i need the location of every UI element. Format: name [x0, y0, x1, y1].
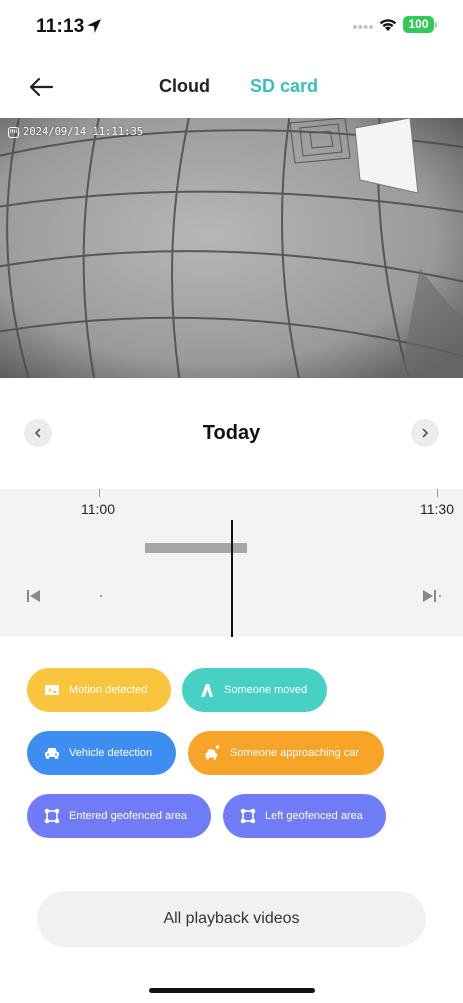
header: Cloud SD card	[0, 62, 463, 110]
video-timestamp: 2024/09/14 11:11:35	[23, 126, 144, 138]
chip-label: Motion detected	[69, 684, 148, 696]
geofence-icon	[240, 808, 256, 824]
status-time: 11:13	[36, 16, 85, 37]
filter-someone-moved[interactable]: Someone moved	[182, 668, 327, 712]
battery-level: 100	[408, 17, 429, 31]
timeline-marker	[100, 595, 102, 597]
chip-label: Someone approaching car	[230, 747, 360, 759]
wifi-icon	[379, 19, 397, 31]
filter-left-geofenced-area[interactable]: Left geofenced area	[223, 794, 386, 838]
ceiling-image	[0, 118, 463, 378]
geofence-icon	[44, 808, 60, 824]
tab-sd-card[interactable]: SD card	[250, 76, 318, 97]
playback-timeline[interactable]: 11:00 11:30	[0, 489, 463, 637]
skip-next-icon[interactable]	[422, 589, 442, 603]
timeline-tick-label: 11:30	[420, 501, 454, 517]
battery-icon: 100	[403, 16, 434, 33]
camera-playback-view[interactable]: mi 2024/09/14 11:11:35	[0, 118, 463, 378]
chip-label: Someone moved	[224, 684, 308, 696]
all-playback-label: All playback videos	[163, 910, 300, 927]
skip-previous-icon[interactable]	[26, 589, 42, 603]
timeline-tick-label: 11:00	[81, 501, 115, 517]
battery-cap	[435, 22, 437, 28]
status-bar: 11:13 100	[0, 0, 463, 50]
video-timestamp-overlay: mi 2024/09/14 11:11:35	[8, 126, 143, 138]
tab-cloud[interactable]: Cloud	[159, 76, 210, 97]
timeline-tick	[99, 489, 100, 497]
next-day-button[interactable]	[411, 419, 439, 447]
location-arrow-icon	[87, 19, 101, 33]
person-car-icon	[205, 745, 220, 760]
home-indicator[interactable]	[149, 988, 315, 993]
date-navigator: Today	[0, 415, 463, 453]
chip-label: Left geofenced area	[265, 810, 363, 822]
filter-motion-detected[interactable]: Motion detected	[27, 668, 171, 712]
chevron-right-icon	[422, 428, 428, 438]
mi-logo-icon: mi	[8, 126, 19, 138]
car-icon	[45, 748, 59, 759]
all-playback-videos-button[interactable]: All playback videos	[37, 891, 426, 947]
back-arrow-icon[interactable]	[24, 70, 58, 104]
filter-entered-geofenced-area[interactable]: Entered geofenced area	[27, 794, 211, 838]
filter-vehicle-detection[interactable]: Vehicle detection	[27, 731, 176, 775]
timeline-playhead[interactable]	[231, 520, 233, 637]
timeline-tick	[437, 489, 438, 497]
filter-someone-approaching-car[interactable]: Someone approaching car	[188, 731, 384, 775]
chip-label: Entered geofenced area	[69, 810, 188, 822]
date-label: Today	[202, 422, 261, 444]
cellular-dots-icon	[353, 25, 373, 29]
person-moving-icon	[201, 684, 213, 697]
chip-label: Vehicle detection	[69, 747, 153, 759]
motion-icon	[45, 685, 59, 695]
